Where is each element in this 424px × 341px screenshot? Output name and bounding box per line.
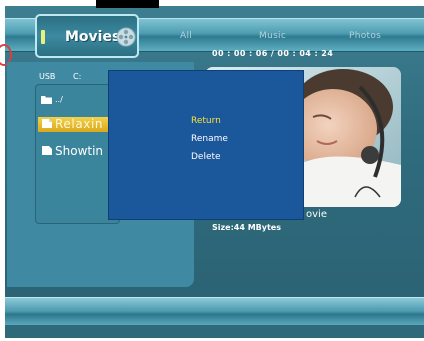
- list-item-selected[interactable]: Relaxin: [38, 117, 118, 132]
- tab-movies-label: Movies: [65, 29, 121, 45]
- list-item-label: Relaxin: [55, 117, 104, 131]
- video-file-icon: [42, 119, 52, 128]
- menu-item-delete[interactable]: Delete: [191, 152, 221, 162]
- preview-file-name: ovie: [306, 209, 327, 220]
- drive-label: C:: [73, 72, 82, 81]
- preview-file-size: Size:44 MBytes: [212, 223, 281, 232]
- film-reel-icon: [116, 27, 136, 47]
- top-black-tab: [96, 0, 159, 8]
- device-label: USB: [39, 72, 56, 81]
- list-item-label: ../: [55, 95, 63, 104]
- list-item-label: Showtin: [55, 144, 104, 158]
- tab-music[interactable]: Music: [259, 31, 286, 41]
- menu-item-return[interactable]: Return: [191, 116, 221, 126]
- video-file-icon: [42, 146, 52, 155]
- tab-photos[interactable]: Photos: [349, 31, 381, 41]
- menu-item-rename[interactable]: Rename: [191, 134, 228, 144]
- playback-time: 00 : 00 : 06 / 00 : 04 : 24: [212, 49, 334, 58]
- context-menu-dialog: [108, 70, 304, 220]
- tab-all[interactable]: All: [180, 31, 192, 41]
- bottom-bar: [5, 297, 424, 325]
- tab-left-marker: [41, 30, 45, 44]
- bottom-strip: [5, 325, 424, 338]
- tab-movies[interactable]: Movies: [35, 14, 139, 58]
- folder-up-icon: [41, 96, 52, 104]
